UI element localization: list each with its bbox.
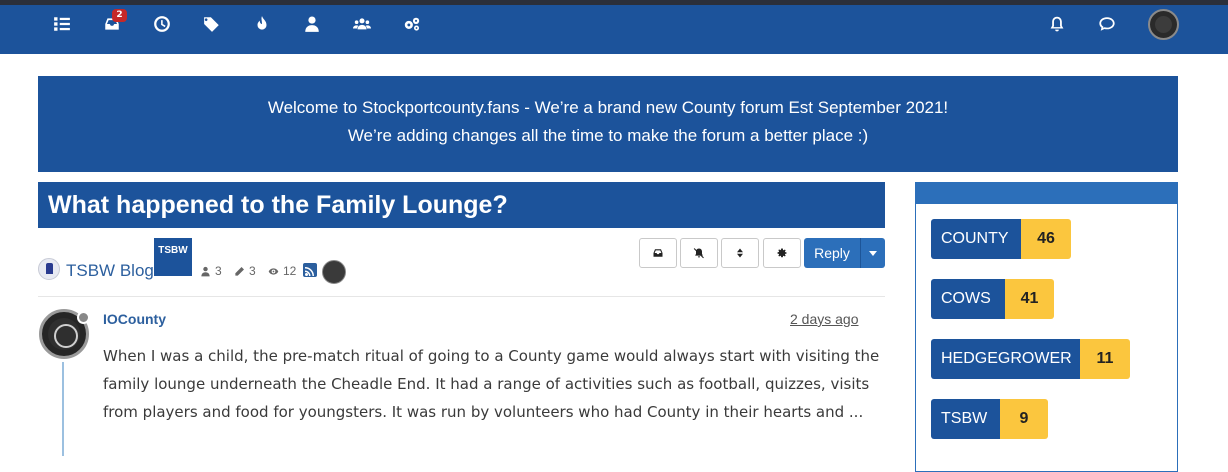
sidebar-widget-header — [915, 182, 1178, 204]
rss-icon[interactable] — [303, 263, 317, 277]
sort-icon — [737, 248, 743, 258]
welcome-banner: Welcome to Stockportcounty.fans - We’re … — [38, 76, 1178, 172]
topic-title: What happened to the Family Lounge? — [38, 182, 885, 228]
leader-count: 46 — [1021, 219, 1071, 259]
leader-name: HEDGEGROWER — [931, 339, 1080, 379]
category-icon — [38, 258, 60, 280]
bell-icon[interactable] — [1046, 13, 1068, 35]
leader-item-tsbw[interactable]: TSBW 9 — [931, 399, 1048, 439]
tags-icon[interactable] — [201, 13, 223, 35]
users-icon[interactable] — [351, 13, 373, 35]
posters-stat: 3 — [200, 264, 222, 278]
bell-slash-icon — [693, 248, 704, 259]
top-navbar — [0, 5, 1228, 54]
posts-stat: 3 — [234, 264, 256, 278]
user-icon — [201, 266, 210, 276]
banner-line-1: Welcome to Stockportcounty.fans - We’re … — [267, 98, 949, 117]
cogs-icon[interactable] — [401, 13, 423, 35]
leader-item-cows[interactable]: COWS 41 — [931, 279, 1054, 319]
gear-icon — [777, 248, 787, 258]
inbox-icon[interactable]: 2 — [101, 9, 127, 35]
mark-read-button[interactable] — [639, 238, 677, 268]
post-author[interactable]: IOCounty — [103, 311, 166, 327]
topic-tag[interactable]: TSBW — [154, 238, 192, 276]
poster-avatar[interactable] — [322, 260, 346, 284]
banner-line-2: We’re adding changes all the time to mak… — [347, 126, 869, 145]
post-time[interactable]: 2 days ago — [790, 311, 859, 327]
leader-item-county[interactable]: COUNTY 46 — [931, 219, 1071, 259]
posts-count: 3 — [249, 264, 256, 278]
fire-icon[interactable] — [251, 13, 273, 35]
leader-name: COWS — [931, 279, 1005, 319]
leader-item-hedgegrower[interactable]: HEDGEGROWER 11 — [931, 339, 1130, 379]
leader-name: COUNTY — [931, 219, 1021, 259]
category-link[interactable]: TSBW Blog — [66, 261, 154, 281]
watch-button[interactable] — [680, 238, 718, 268]
user-avatar[interactable] — [1148, 9, 1179, 40]
chat-icon[interactable] — [1096, 13, 1118, 35]
views-count: 12 — [283, 264, 297, 278]
leader-count: 41 — [1005, 279, 1054, 319]
tools-button[interactable] — [763, 238, 801, 268]
sort-button[interactable] — [721, 238, 759, 268]
inbox-badge: 2 — [112, 9, 127, 22]
inbox-icon — [653, 249, 663, 257]
post-content: When I was a child, the pre-match ritual… — [103, 347, 880, 421]
leader-count: 9 — [1000, 399, 1048, 439]
thread-line — [62, 362, 64, 456]
user-icon[interactable] — [301, 13, 323, 35]
status-indicator — [77, 311, 90, 324]
leader-count: 11 — [1080, 339, 1130, 379]
list-icon[interactable] — [51, 13, 73, 35]
views-stat: 12 — [268, 264, 296, 278]
clock-icon[interactable] — [151, 13, 173, 35]
pencil-icon — [235, 266, 244, 276]
leader-name: TSBW — [931, 399, 1000, 439]
reply-dropdown-toggle[interactable] — [860, 238, 885, 268]
divider — [38, 296, 885, 297]
eye-icon — [268, 267, 279, 275]
posters-count: 3 — [215, 264, 222, 278]
reply-button[interactable]: Reply — [804, 238, 860, 268]
